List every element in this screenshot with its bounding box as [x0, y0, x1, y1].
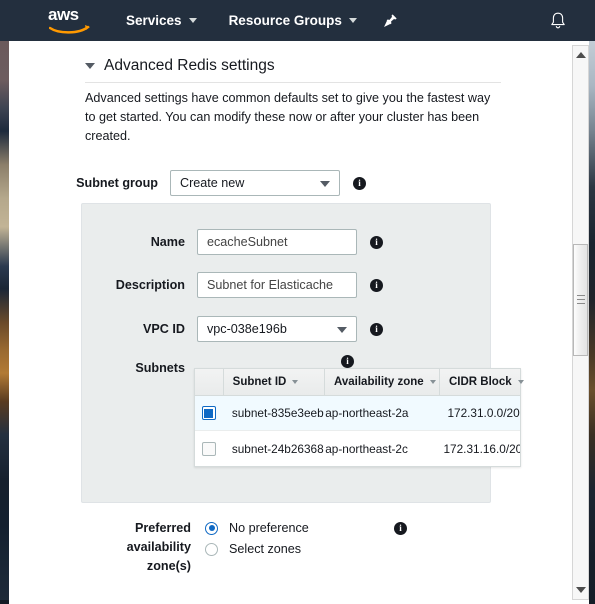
- select-zones-label: Select zones: [229, 542, 302, 556]
- description-label: Description: [115, 278, 185, 292]
- description-input[interactable]: Subnet for Elasticache: [197, 272, 357, 298]
- description-info-icon[interactable]: i: [370, 278, 383, 292]
- preferred-az-label: Preferred availability zone(s): [119, 519, 191, 576]
- subnet-group-selected-value: Create new: [180, 176, 245, 190]
- name-label: Name: [150, 235, 185, 249]
- column-header-cidr-block[interactable]: CIDR Block: [439, 369, 524, 395]
- aws-top-navigation: aws Services Resource Groups: [0, 0, 595, 41]
- nav-resource-groups-label: Resource Groups: [228, 13, 342, 28]
- chevron-down-icon: [429, 380, 436, 384]
- field-row-subnet-group: Subnet group Create new i: [33, 170, 366, 196]
- pin-icon[interactable]: [383, 13, 399, 29]
- subnets-table: i Subnet ID Availability zone CIDR Block: [194, 355, 524, 467]
- scroll-down-arrow-icon[interactable]: [573, 582, 588, 598]
- chevron-down-icon: [320, 181, 330, 187]
- preferred-az-label-line1: Preferred: [134, 521, 191, 535]
- select-zones-radio[interactable]: [205, 542, 218, 556]
- table-row[interactable]: subnet-835e3eeb ap-northeast-2a 172.31.0…: [195, 396, 520, 431]
- chevron-down-icon: [517, 380, 524, 384]
- column-header-subnet-id-label: Subnet ID: [232, 376, 287, 388]
- name-info-icon[interactable]: i: [370, 235, 383, 249]
- subnets-table-info-icon[interactable]: i: [341, 355, 354, 368]
- collapse-triangle-icon[interactable]: [85, 63, 95, 69]
- cell-cidr-block: 172.31.16.0/20: [443, 441, 521, 456]
- field-row-vpc-id: VPC ID vpc-038e196b i: [33, 316, 383, 342]
- scrollbar-thumb[interactable]: [573, 244, 588, 356]
- section-header: Advanced Redis settings: [85, 57, 501, 83]
- content-pane: Advanced Redis settings Advanced setting…: [9, 41, 589, 604]
- cell-subnet-id: subnet-835e3eeb: [231, 406, 324, 420]
- column-header-availability-zone[interactable]: Availability zone: [324, 369, 439, 395]
- scroll-up-arrow-icon[interactable]: [573, 47, 588, 63]
- section-description: Advanced settings have common defaults s…: [85, 91, 491, 143]
- subnet-group-info-icon[interactable]: i: [353, 176, 366, 190]
- subnet-group-select[interactable]: Create new: [170, 170, 340, 196]
- aws-logo-smile-icon: [49, 24, 90, 34]
- field-row-description: Description Subnet for Elasticache i: [33, 272, 383, 298]
- field-row-name: Name ecacheSubnet i: [33, 229, 383, 255]
- name-input[interactable]: ecacheSubnet: [197, 229, 357, 255]
- subnet-group-label: Subnet group: [76, 176, 158, 190]
- cell-subnet-id: subnet-24b26368: [231, 441, 324, 456]
- aws-logo-wordmark: aws: [48, 4, 79, 24]
- advanced-redis-settings-title-row: Advanced Redis settings: [85, 57, 501, 83]
- bell-glyph-icon: [551, 12, 565, 28]
- radio-option-select-zones[interactable]: Select zones: [205, 542, 301, 556]
- column-header-availability-zone-label: Availability zone: [334, 376, 424, 388]
- nav-services-label: Services: [126, 13, 182, 28]
- chevron-down-icon: [348, 18, 357, 23]
- cell-availability-zone: ap-northeast-2a: [325, 406, 409, 420]
- no-preference-radio[interactable]: [205, 521, 218, 535]
- vpc-id-label: VPC ID: [143, 322, 185, 336]
- screen-root: aws Services Resource Groups Advanced Re…: [0, 0, 595, 604]
- preferred-az-label-line3: zone(s): [146, 559, 191, 573]
- triangle-down-icon: [575, 587, 586, 593]
- table-row[interactable]: subnet-24b26368 ap-northeast-2c 172.31.1…: [195, 431, 520, 466]
- row-checkbox[interactable]: [201, 441, 216, 456]
- row-checkbox-cell[interactable]: [195, 406, 223, 420]
- vpc-id-select[interactable]: vpc-038e196b: [197, 316, 357, 342]
- subnets-table-select-all-header[interactable]: [195, 369, 223, 395]
- row-checkbox-cell[interactable]: [195, 441, 223, 456]
- cell-availability-zone: ap-northeast-2c: [325, 441, 408, 456]
- nav-services-menu[interactable]: Services: [126, 13, 197, 28]
- chevron-down-icon: [292, 380, 299, 384]
- row-checkbox[interactable]: [201, 406, 216, 420]
- pin-glyph-icon: [384, 14, 398, 27]
- subnets-label: Subnets: [135, 361, 185, 375]
- bell-notification-icon[interactable]: [549, 11, 567, 31]
- desktop-wallpaper-right-strip: [589, 41, 595, 604]
- chevron-down-icon: [188, 18, 197, 23]
- cell-cidr-block: 172.31.0.0/20: [447, 406, 520, 420]
- name-input-value: ecacheSubnet: [207, 235, 288, 249]
- vpc-id-info-icon[interactable]: i: [370, 322, 383, 336]
- triangle-up-icon: [575, 52, 586, 58]
- subnets-table-header-row: Subnet ID Availability zone CIDR Block: [195, 369, 524, 396]
- column-header-cidr-block-label: CIDR Block: [449, 376, 512, 388]
- column-header-subnet-id[interactable]: Subnet ID: [222, 369, 324, 395]
- vpc-id-selected-value: vpc-038e196b: [207, 322, 287, 336]
- desktop-wallpaper-left-strip: [0, 41, 9, 604]
- page-title: Advanced Redis settings: [104, 57, 275, 74]
- scrollbar-grip-icon: [577, 295, 585, 305]
- aws-logo[interactable]: aws: [48, 4, 94, 35]
- description-input-value: Subnet for Elasticache: [207, 278, 334, 292]
- preferred-az-info-icon[interactable]: i: [394, 522, 407, 535]
- chevron-down-icon: [337, 327, 347, 333]
- vertical-scrollbar[interactable]: [572, 45, 589, 600]
- preferred-az-label-line2: availability: [126, 540, 191, 554]
- nav-resource-groups-menu[interactable]: Resource Groups: [229, 13, 357, 28]
- radio-option-no-preference[interactable]: No preference: [205, 521, 309, 535]
- no-preference-label: No preference: [229, 521, 309, 535]
